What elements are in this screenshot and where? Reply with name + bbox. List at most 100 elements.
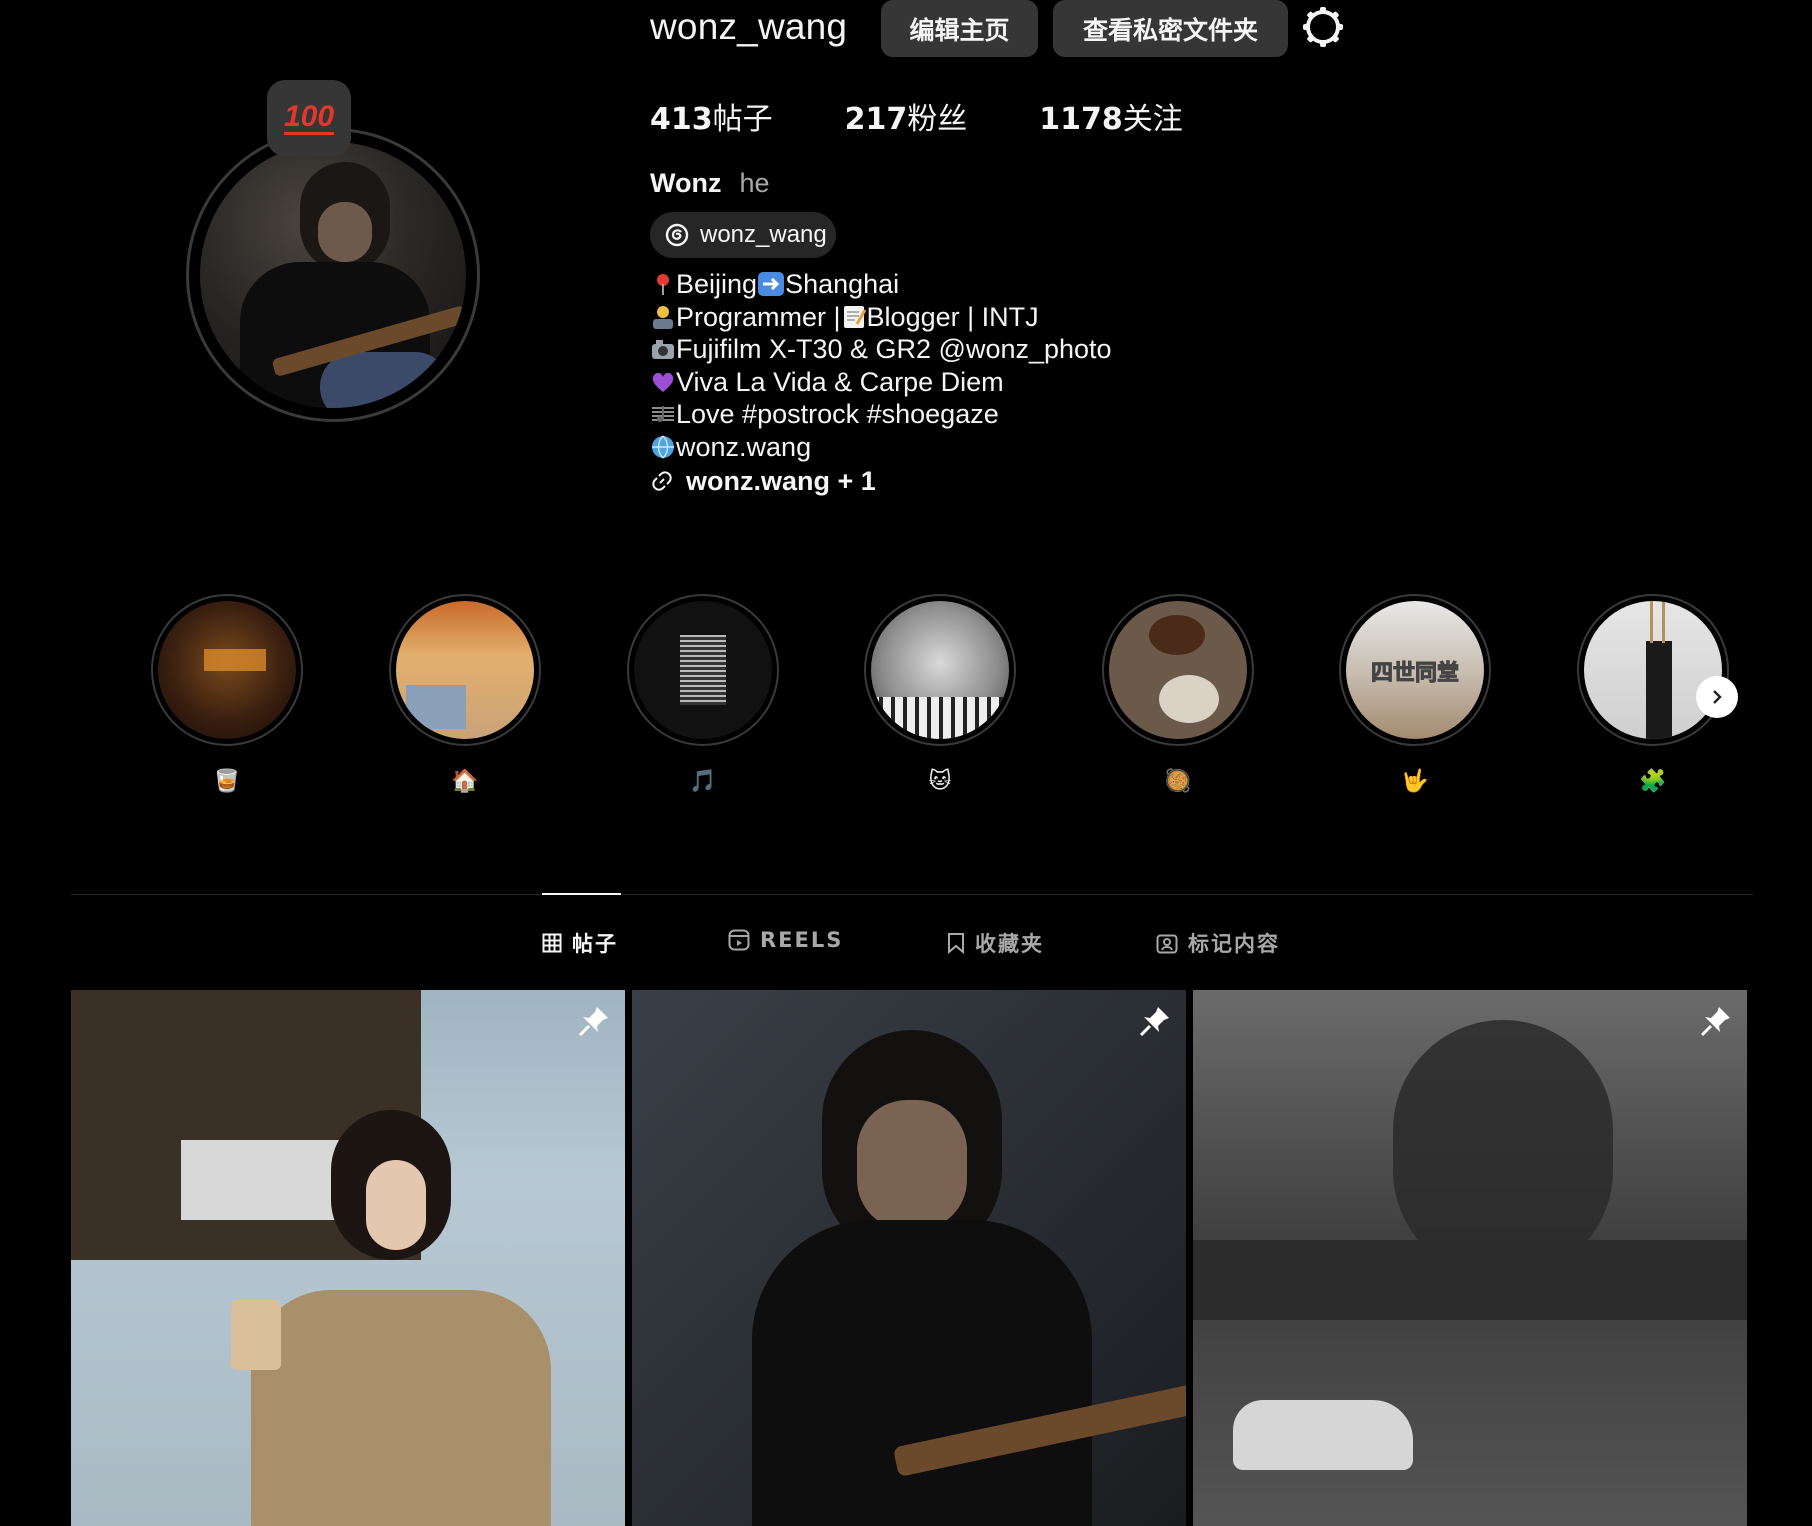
highlight-thumb: 四世同堂 — [1346, 601, 1484, 739]
diffuser-stick — [1650, 601, 1653, 643]
highlight-label: 🎵 — [689, 768, 717, 793]
black-shirt — [752, 1220, 1092, 1526]
tabs-divider — [71, 894, 1753, 895]
bookmark-icon — [948, 933, 964, 954]
post-thumbnail[interactable] — [71, 990, 625, 1526]
bio-line-music: Love #postrock #shoegaze — [650, 398, 1112, 431]
bio-line-profession: Programmer | Blogger | INTJ — [650, 301, 1112, 334]
tab-posts[interactable]: 帖子 — [542, 928, 618, 958]
name-row: Wonz he — [650, 168, 770, 199]
bio-line-motto: Viva La Vida & Carpe Diem — [650, 366, 1112, 399]
tab-posts-label: 帖子 — [572, 932, 618, 956]
tab-saved[interactable]: 收藏夹 — [947, 928, 1044, 958]
followers-count[interactable]: 217粉丝 — [845, 94, 968, 138]
bio-website: wonz.wang — [676, 431, 812, 462]
bio-music: Love #postrock #shoegaze — [676, 399, 999, 429]
highlight-thumb — [1109, 601, 1247, 739]
bio-camera: Fujifilm X-T30 & GR2 @wonz_photo — [676, 334, 1112, 364]
pinned-icon — [578, 1007, 608, 1037]
person-face — [857, 1100, 967, 1230]
threads-icon — [665, 223, 689, 247]
followers-label: 粉丝 — [907, 102, 968, 137]
tab-tagged[interactable]: 标记内容 — [1156, 928, 1280, 958]
edit-profile-button[interactable]: 编辑主页 — [881, 0, 1038, 57]
highlight-label: 🧩 — [1639, 768, 1667, 793]
threads-badge[interactable]: wonz_wang — [650, 212, 836, 258]
purple-heart-icon — [652, 372, 674, 392]
display-name: Wonz — [650, 168, 722, 198]
highlight-ring — [1577, 594, 1729, 746]
external-link-text[interactable]: wonz.wang + 1 — [686, 465, 876, 498]
highlight-overlay-text: 四世同堂 — [1370, 661, 1459, 687]
highlight-label: 🐱 — [928, 768, 952, 793]
pinned-icon — [1700, 1007, 1730, 1037]
threads-handle: wonz_wang — [700, 221, 827, 248]
highlights-next-button[interactable] — [1696, 676, 1738, 718]
highlight-family[interactable]: 四世同堂 🤟 — [1339, 594, 1491, 794]
arrow-right-icon — [758, 272, 785, 297]
highlight-label: 🏠 — [451, 768, 479, 793]
highlight-music[interactable]: 🎵 — [627, 594, 779, 794]
keyboard — [871, 697, 1009, 739]
bio-location-to: Shanghai — [785, 269, 900, 299]
highlight-thumb — [396, 601, 534, 739]
person-face — [366, 1160, 426, 1250]
tagged-person-icon — [1156, 934, 1178, 954]
highlight-ring — [1102, 594, 1254, 746]
highlight-label: 🤟 — [1401, 768, 1429, 793]
painting — [406, 685, 466, 729]
highlight-ring — [151, 594, 303, 746]
tab-tagged-label: 标记内容 — [1188, 932, 1280, 956]
diffuser-bottle — [1646, 641, 1672, 739]
following-count[interactable]: 1178关注 — [1039, 94, 1183, 138]
white-car — [1233, 1400, 1413, 1470]
settings-gear-icon[interactable] — [1302, 6, 1344, 48]
external-link[interactable]: wonz.wang + 1 — [650, 465, 1112, 498]
note-text: 100 — [283, 99, 335, 135]
bio: Beijing Shanghai Programmer | Blogger | … — [650, 268, 1112, 498]
memo-icon — [843, 305, 866, 328]
highlight-thumb — [1584, 601, 1722, 739]
technologist-icon — [653, 305, 673, 329]
highlight-ring — [627, 594, 779, 746]
profile-stats: 413帖子 217粉丝 1178关注 — [650, 94, 1183, 138]
camera-flash-icon — [652, 340, 674, 360]
post-thumbnail[interactable] — [1193, 990, 1747, 1526]
post-thumbnail[interactable] — [632, 990, 1186, 1526]
view-private-folder-button[interactable]: 查看私密文件夹 — [1053, 0, 1288, 57]
food-plate-1 — [1149, 615, 1205, 655]
highlight-food[interactable]: 🥘 — [1102, 594, 1254, 794]
highlight-thumb — [871, 601, 1009, 739]
avatar-pants — [320, 352, 450, 408]
bio-line-website: wonz.wang — [650, 431, 1112, 464]
pin-icon — [657, 274, 669, 296]
bio-location-from: Beijing — [676, 269, 758, 299]
posts-label: 帖子 — [712, 102, 773, 137]
musical-score-icon — [652, 406, 674, 423]
bio-motto: Viva La Vida & Carpe Diem — [676, 366, 1004, 397]
tab-reels-label: REELS — [760, 928, 844, 952]
pronoun: he — [739, 168, 770, 198]
globe-icon — [652, 435, 674, 459]
highlight-cat[interactable]: 🐱 — [864, 594, 1016, 794]
food-plate-2 — [1159, 675, 1219, 723]
pinned-icon — [1139, 1007, 1169, 1037]
link-icon — [652, 471, 672, 491]
tab-reels[interactable]: REELS — [728, 928, 843, 952]
highlight-home[interactable]: 🏠 — [389, 594, 541, 794]
avatar-face — [318, 202, 372, 262]
avatar[interactable] — [200, 142, 466, 408]
highlight-label: 🥃 — [213, 768, 241, 793]
followers-number: 217 — [844, 102, 908, 137]
highlight-bar[interactable]: 🥃 — [151, 594, 303, 794]
bio-line-location: Beijing Shanghai — [650, 268, 1112, 301]
diffuser-stick — [1662, 601, 1665, 643]
highlight-ring — [389, 594, 541, 746]
highlight-ring — [864, 594, 1016, 746]
username: wonz_wang — [650, 6, 848, 47]
bio-profession-1: Programmer | — [676, 301, 841, 332]
active-tab-indicator — [542, 893, 621, 895]
highlight-thumb — [158, 601, 296, 739]
coffee-cup — [231, 1300, 281, 1370]
profile-note[interactable]: 100 — [267, 80, 351, 156]
